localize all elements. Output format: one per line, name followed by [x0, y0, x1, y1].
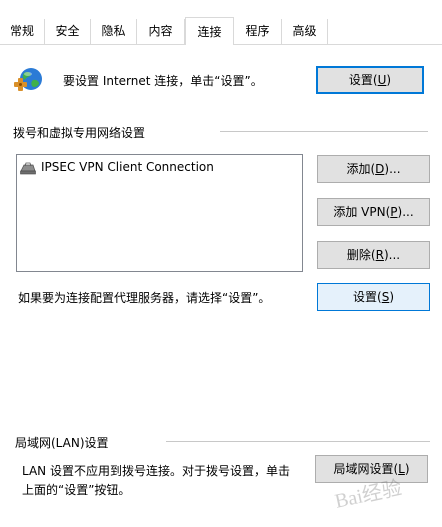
add-vpn-button-label: 添加 VPN(: [333, 205, 391, 219]
dialup-group-divider: [220, 131, 428, 132]
active-tab-gap: [186, 44, 233, 45]
lan-group-title: 局域网(LAN)设置: [15, 436, 109, 450]
connection-settings-label: 设置(: [353, 290, 382, 304]
tab-security[interactable]: 安全: [45, 19, 91, 44]
connections-list[interactable]: IPSEC VPN Client Connection: [16, 154, 303, 272]
tab-connections[interactable]: 连接: [185, 17, 234, 45]
tab-general[interactable]: 常规: [0, 19, 45, 44]
connection-settings-button[interactable]: 设置(S): [317, 283, 430, 311]
lan-settings-key: L: [398, 462, 405, 476]
add-vpn-button-label-end: )...: [397, 205, 414, 219]
lan-text-line2: 上面的“设置”按钮。: [22, 483, 131, 497]
connection-settings-label-end: ): [389, 290, 394, 304]
remove-button-label-end: )...: [383, 248, 401, 262]
tab-strip: 常规 安全 隐私 内容 连接 程序 高级: [0, 0, 442, 45]
remove-button-key: R: [375, 248, 384, 262]
setup-button-label: 设置(: [348, 73, 378, 87]
lan-group-divider: [166, 441, 430, 442]
add-vpn-button[interactable]: 添加 VPN(P)...: [317, 198, 430, 226]
remove-button-label: 删除(: [346, 248, 376, 262]
tab-programs[interactable]: 程序: [234, 19, 282, 44]
add-button-label-end: )...: [384, 162, 401, 176]
internet-options-connections-page: 常规 安全 隐私 内容 连接 程序 高级 要设置 Internet 连接，单击“…: [0, 0, 442, 527]
internet-globe-icon: [14, 68, 42, 91]
vpn-connection-icon: [20, 162, 36, 174]
setup-button[interactable]: 设置(U): [316, 66, 424, 94]
tab-advanced[interactable]: 高级: [282, 19, 328, 44]
dialup-group-title: 拨号和虚拟专用网络设置: [13, 126, 146, 140]
list-item[interactable]: IPSEC VPN Client Connection: [19, 157, 214, 177]
add-vpn-button-key: P: [390, 205, 398, 219]
add-button-label: 添加(: [346, 162, 376, 176]
proxy-hint-text: 如果要为连接配置代理服务器，请选择“设置”。: [18, 291, 271, 305]
lan-text-line1: LAN 设置不应用到拨号连接。对于拨号设置，单击: [22, 464, 290, 478]
internet-setup-text: 要设置 Internet 连接，单击“设置”。: [63, 74, 263, 88]
connection-name: IPSEC VPN Client Connection: [41, 160, 214, 174]
remove-button[interactable]: 删除(R)...: [317, 241, 430, 269]
tab-content[interactable]: 内容: [137, 19, 185, 44]
lan-settings-label-end: ): [404, 462, 410, 476]
tab-privacy[interactable]: 隐私: [91, 19, 137, 44]
add-button[interactable]: 添加(D)...: [317, 155, 430, 183]
setup-button-label-end: ): [386, 73, 392, 87]
